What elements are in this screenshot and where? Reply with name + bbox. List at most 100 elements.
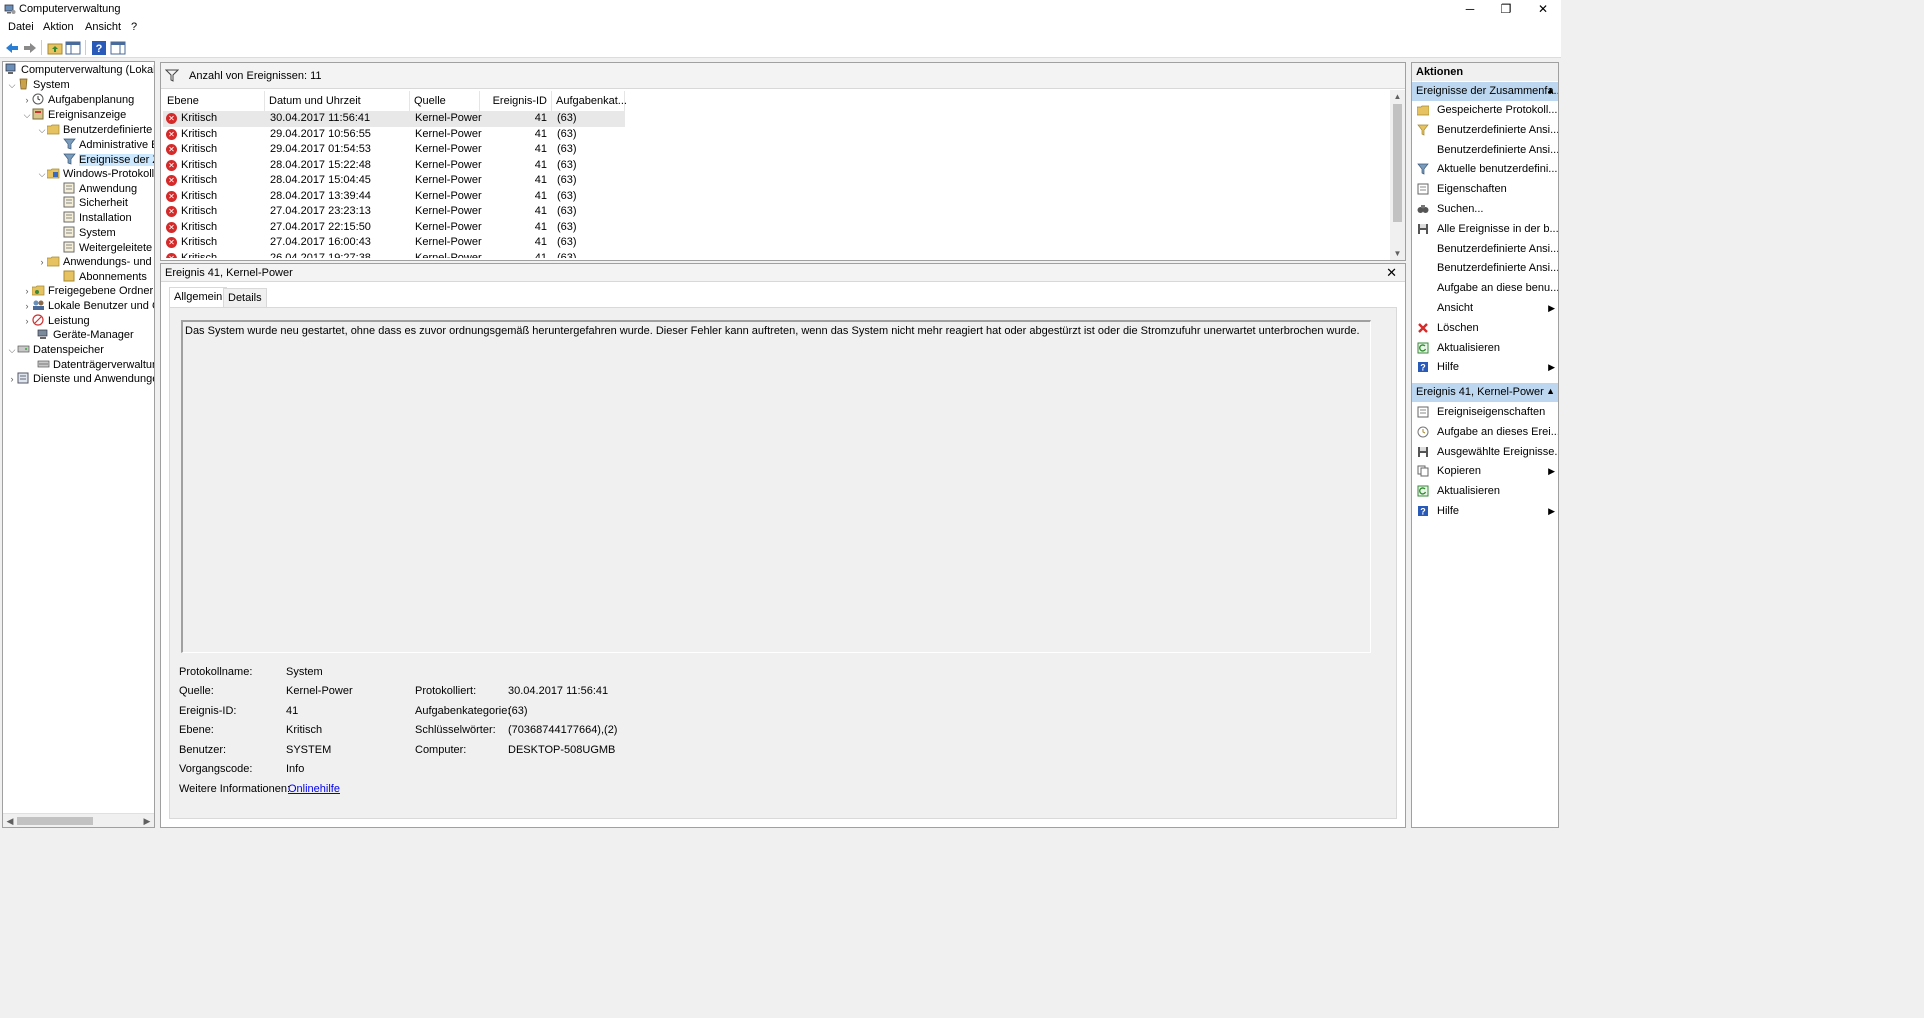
tree-item-benutzerdefinierte-ansichten[interactable]: ⌵ Benutzerdefinierte A [37, 123, 154, 137]
show-hide-tree-icon[interactable] [65, 40, 81, 56]
scroll-thumb[interactable] [1393, 104, 1402, 222]
tree-item-installation[interactable]: Installation [53, 211, 132, 225]
scroll-thumb[interactable] [17, 817, 93, 825]
action-item[interactable]: ? Hilfe ▶ [1412, 358, 1558, 377]
table-row[interactable]: ✕ Kritisch 28.04.2017 15:22:48 Kernel-Power… [163, 158, 625, 174]
event-description[interactable]: Das System wurde neu gestartet, ohne das… [181, 320, 1371, 653]
table-row[interactable]: ✕ Kritisch 29.04.2017 10:56:55 Kernel-Power… [163, 127, 625, 143]
chevron-down-icon[interactable]: ⌵ [7, 78, 17, 92]
tab-details[interactable]: Details [223, 288, 267, 308]
action-item[interactable]: Suchen... [1412, 200, 1558, 219]
menu-ansicht[interactable]: Ansicht [85, 21, 121, 33]
column-header-ebene[interactable]: Ebene [163, 91, 265, 111]
tree-item-sicherheit[interactable]: Sicherheit [53, 196, 128, 210]
tab-allgemein[interactable]: Allgemein [169, 287, 228, 308]
chevron-right-icon[interactable]: › [22, 284, 32, 298]
event-list-vertical-scrollbar[interactable]: ▲ ▼ [1390, 90, 1405, 260]
close-button[interactable]: ✕ [1525, 0, 1561, 19]
action-item[interactable]: Kopieren ▶ [1412, 462, 1558, 481]
onlinehilfe-link[interactable]: Onlinehilfe [288, 783, 340, 795]
action-item[interactable]: Aufgabe an diese benu... [1412, 279, 1558, 298]
table-row[interactable]: ✕ Kritisch 30.04.2017 11:56:41 Kernel-Power… [163, 111, 625, 127]
tree-item-computerverwaltung[interactable]: Computerverwaltung (Lokal) [5, 63, 154, 77]
chevron-down-icon[interactable]: ⌵ [22, 108, 32, 122]
chevron-down-icon[interactable]: ⌵ [7, 343, 17, 357]
action-item[interactable]: Aktuelle benutzerdefini... [1412, 160, 1558, 179]
tree-item-geraete-manager[interactable]: Geräte-Manager [37, 328, 134, 342]
menu-aktion[interactable]: Aktion [43, 21, 74, 33]
prop-value-benutzer: SYSTEM [286, 744, 332, 756]
tree-item-weitergeleitete-ereignisse[interactable]: Weitergeleitete E [53, 241, 154, 255]
table-row[interactable]: ✕ Kritisch 28.04.2017 13:39:44 Kernel-Power… [163, 189, 625, 205]
tree-item-leistung[interactable]: › Leistung [22, 314, 90, 328]
help-icon[interactable]: ? [91, 40, 107, 56]
tree-item-windows-protokolle[interactable]: ⌵ Windows-Protokolle [37, 167, 154, 181]
tree-item-anwendungs-und-dienstprotokolle[interactable]: › Anwendungs- und Di [37, 255, 155, 269]
action-item[interactable]: Benutzerdefinierte Ansi... [1412, 141, 1558, 160]
tree-item-datenspeicher[interactable]: ⌵ Datenspeicher [7, 343, 104, 357]
scroll-left-arrow-icon[interactable]: ◀ [3, 814, 17, 827]
actions-section-summary[interactable]: Ereignisse der Zusammenfa... ▲ [1412, 82, 1558, 101]
action-item[interactable]: Löschen [1412, 319, 1558, 338]
forward-arrow-icon[interactable] [22, 40, 38, 56]
tree-item-datentraegerverwaltung[interactable]: Datenträgerverwaltung [37, 358, 154, 372]
minimize-button[interactable]: ─ [1452, 0, 1488, 19]
close-icon[interactable]: ✕ [1386, 265, 1397, 281]
action-item[interactable]: Ausgewählte Ereignisse... [1412, 443, 1558, 462]
table-row[interactable]: ✕ Kritisch 28.04.2017 15:04:45 Kernel-Power… [163, 173, 625, 189]
chevron-down-icon[interactable]: ⌵ [37, 123, 47, 137]
up-folder-icon[interactable] [47, 40, 63, 56]
column-header-datum[interactable]: Datum und Uhrzeit [265, 91, 410, 111]
back-arrow-icon[interactable] [4, 40, 20, 56]
column-header-ereignis-id[interactable]: Ereignis-ID [480, 91, 552, 111]
table-row[interactable]: ✕ Kritisch 27.04.2017 16:00:43 Kernel-Power… [163, 235, 625, 251]
action-item[interactable]: Benutzerdefinierte Ansi... [1412, 259, 1558, 278]
actions-section-event[interactable]: Ereignis 41, Kernel-Power ▲ [1412, 383, 1558, 402]
maximize-button[interactable]: ❐ [1488, 0, 1524, 19]
collapse-caret-icon[interactable]: ▲ [1546, 85, 1555, 95]
menu-help[interactable]: ? [131, 21, 137, 33]
tree-horizontal-scrollbar[interactable]: ◀ ▶ [3, 813, 154, 827]
column-header-aufgabenkategorie[interactable]: Aufgabenkat... [552, 91, 627, 111]
tree-item-freigegebene-ordner[interactable]: › Freigegebene Ordner [22, 284, 154, 298]
tree-item-abonnements[interactable]: Abonnements [53, 270, 147, 284]
chevron-down-icon[interactable]: ⌵ [37, 167, 47, 181]
action-item[interactable]: Benutzerdefinierte Ansi... [1412, 121, 1558, 140]
table-row[interactable]: ✕ Kritisch 27.04.2017 23:23:13 Kernel-Power… [163, 204, 625, 220]
collapse-caret-icon[interactable]: ▲ [1546, 386, 1555, 396]
menu-datei[interactable]: Datei [8, 21, 34, 33]
action-item[interactable]: ? Hilfe ▶ [1412, 502, 1558, 521]
action-item[interactable]: Gespeicherte Protokoll... [1412, 101, 1558, 120]
scroll-right-arrow-icon[interactable]: ▶ [140, 814, 154, 827]
tree-item-aufgabenplanung[interactable]: › Aufgabenplanung [22, 93, 134, 107]
action-item[interactable]: Ansicht ▶ [1412, 299, 1558, 318]
tree-item-ereignisse-der-zusammenfassung[interactable]: Ereignisse der Zu [53, 153, 154, 167]
tree-item-administrative-ereignisse[interactable]: Administrative E [53, 138, 154, 152]
chevron-right-icon[interactable]: › [37, 255, 47, 269]
action-item-label: Hilfe [1437, 361, 1460, 374]
tree-item-dienste-und-anwendungen[interactable]: › Dienste und Anwendungen [7, 372, 154, 386]
tree-item-anwendung[interactable]: Anwendung [53, 182, 137, 196]
tree-item-system-log[interactable]: System [53, 226, 116, 240]
scroll-up-arrow-icon[interactable]: ▲ [1390, 90, 1405, 103]
action-item[interactable]: Benutzerdefinierte Ansi... [1412, 240, 1558, 259]
tree-item-ereignisanzeige[interactable]: ⌵ Ereignisanzeige [22, 108, 126, 122]
action-item[interactable]: Aktualisieren [1412, 482, 1558, 501]
action-item[interactable]: Aufgabe an dieses Erei... [1412, 423, 1558, 442]
action-item[interactable]: Aktualisieren [1412, 339, 1558, 358]
show-hide-actions-icon[interactable] [110, 40, 126, 56]
chevron-right-icon[interactable]: › [22, 314, 32, 328]
action-item[interactable]: Alle Ereignisse in der b... [1412, 220, 1558, 239]
table-row[interactable]: ✕ Kritisch 29.04.2017 01:54:53 Kernel-Power… [163, 142, 625, 158]
table-row[interactable]: ✕ Kritisch 26.04.2017 19:27:38 Kernel-Power… [163, 251, 625, 258]
tree-item-system[interactable]: ⌵ System [7, 78, 70, 92]
action-item[interactable]: Ereigniseigenschaften [1412, 403, 1558, 422]
chevron-right-icon[interactable]: › [22, 93, 32, 107]
tree-item-lokale-benutzer-und-gruppen[interactable]: ›Lokale Benutzer und Gru [22, 299, 155, 313]
action-item[interactable]: Eigenschaften [1412, 180, 1558, 199]
scroll-down-arrow-icon[interactable]: ▼ [1390, 247, 1405, 260]
table-row[interactable]: ✕ Kritisch 27.04.2017 22:15:50 Kernel-Power… [163, 220, 625, 236]
column-header-quelle[interactable]: Quelle [410, 91, 480, 111]
chevron-right-icon[interactable]: › [7, 372, 17, 386]
chevron-right-icon[interactable]: › [22, 299, 32, 313]
